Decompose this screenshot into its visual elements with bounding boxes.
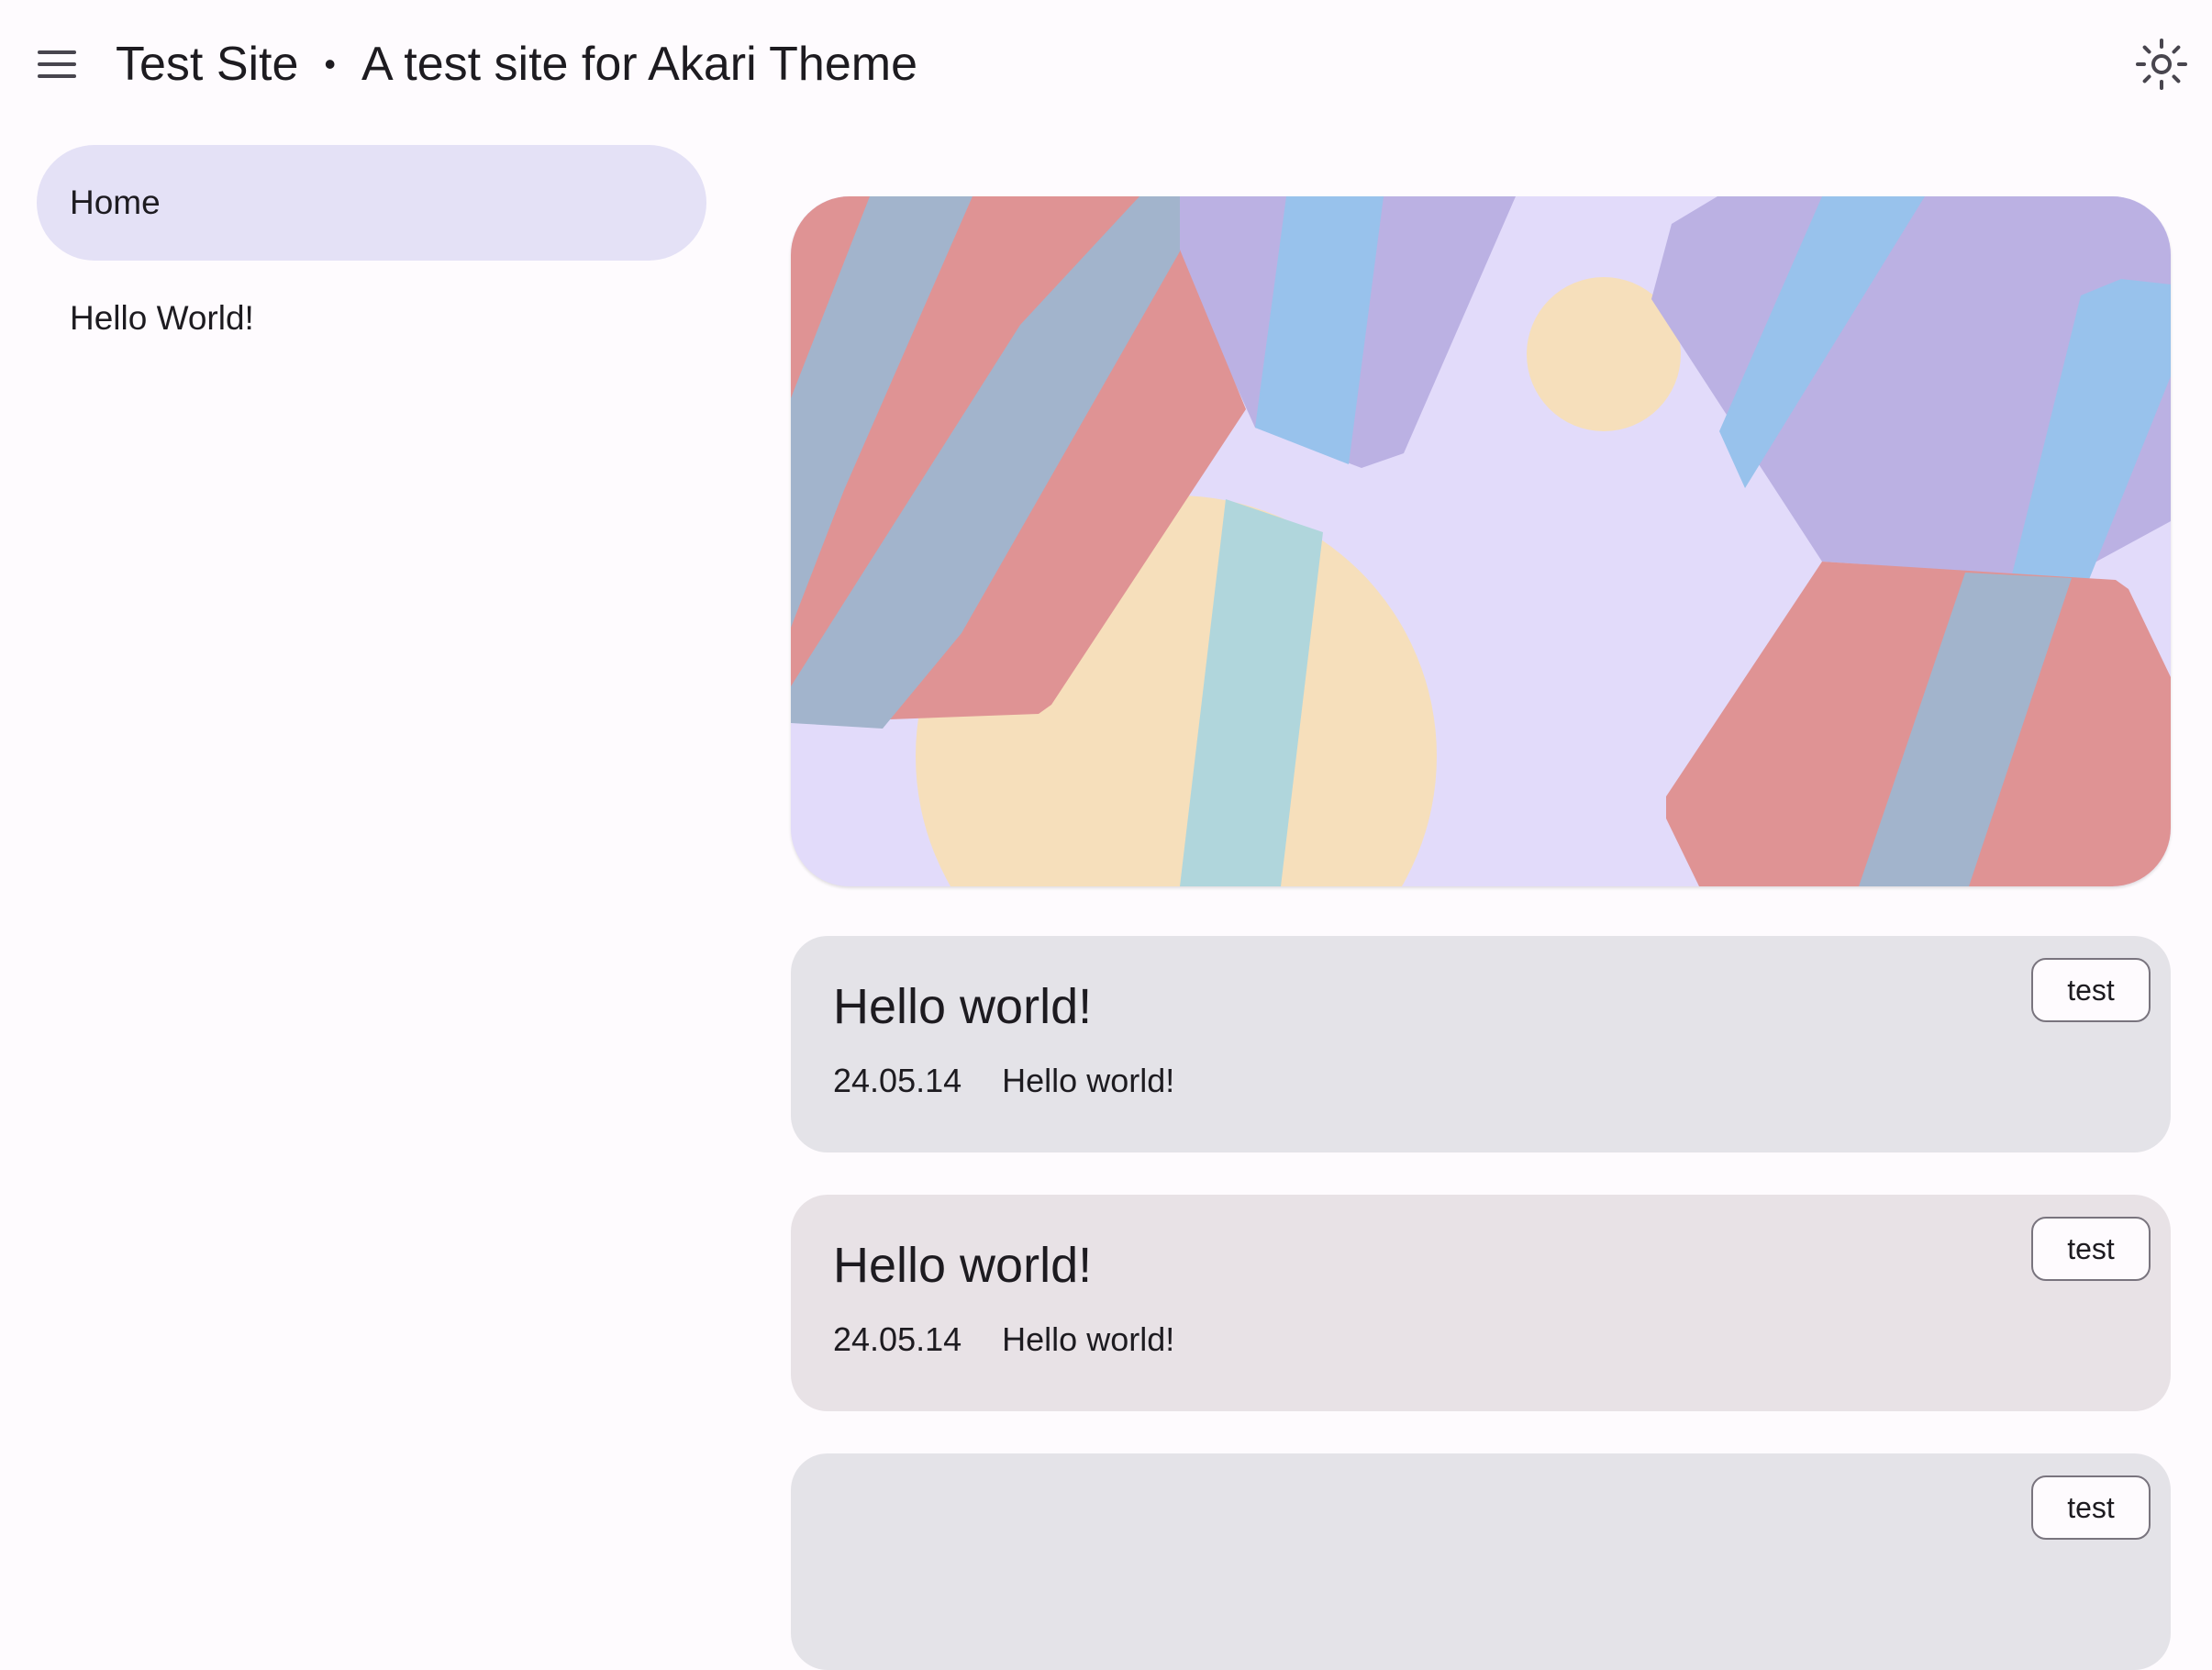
post-meta: 24.05.14 Hello world!: [833, 1319, 2129, 1360]
post-date: 24.05.14: [833, 1062, 962, 1099]
post-summary: Hello world!: [1002, 1320, 1175, 1358]
hero-abstract-shapes: [791, 196, 2171, 886]
post-title[interactable]: Hello world!: [833, 1233, 2129, 1297]
nav-item-hello-world[interactable]: Hello World!: [37, 261, 706, 376]
post-date: 24.05.14: [833, 1320, 962, 1358]
sun-icon[interactable]: [2134, 37, 2189, 92]
hamburger-menu-icon[interactable]: [29, 40, 84, 88]
post-title[interactable]: Hello world!: [833, 974, 2129, 1039]
post-summary: Hello world!: [1002, 1062, 1175, 1099]
nav-item-label: Home: [70, 184, 161, 221]
site-title[interactable]: Test Site • A test site for Akari Theme: [116, 35, 917, 94]
post-meta: [833, 1514, 2129, 1554]
post-card[interactable]: test: [791, 1453, 2171, 1670]
site-name: Test Site: [116, 38, 299, 91]
tag-chip[interactable]: test: [2031, 1475, 2151, 1540]
tag-chip[interactable]: test: [2031, 1217, 2151, 1281]
nav-item-label: Hello World!: [70, 299, 254, 337]
post-meta: 24.05.14 Hello world!: [833, 1061, 2129, 1101]
top-app-bar: Test Site • A test site for Akari Theme: [0, 0, 2212, 128]
navigation-drawer: Home Hello World!: [37, 145, 706, 376]
nav-item-home[interactable]: Home: [37, 145, 706, 261]
post-card[interactable]: Hello world! 24.05.14 Hello world! test: [791, 936, 2171, 1152]
title-separator: •: [324, 45, 337, 83]
tag-chip[interactable]: test: [2031, 958, 2151, 1022]
post-card[interactable]: Hello world! 24.05.14 Hello world! test: [791, 1195, 2171, 1411]
hero-banner-image: [791, 196, 2171, 886]
main-content: Hello world! 24.05.14 Hello world! test …: [791, 196, 2171, 1670]
site-tagline: A test site for Akari Theme: [361, 38, 918, 91]
